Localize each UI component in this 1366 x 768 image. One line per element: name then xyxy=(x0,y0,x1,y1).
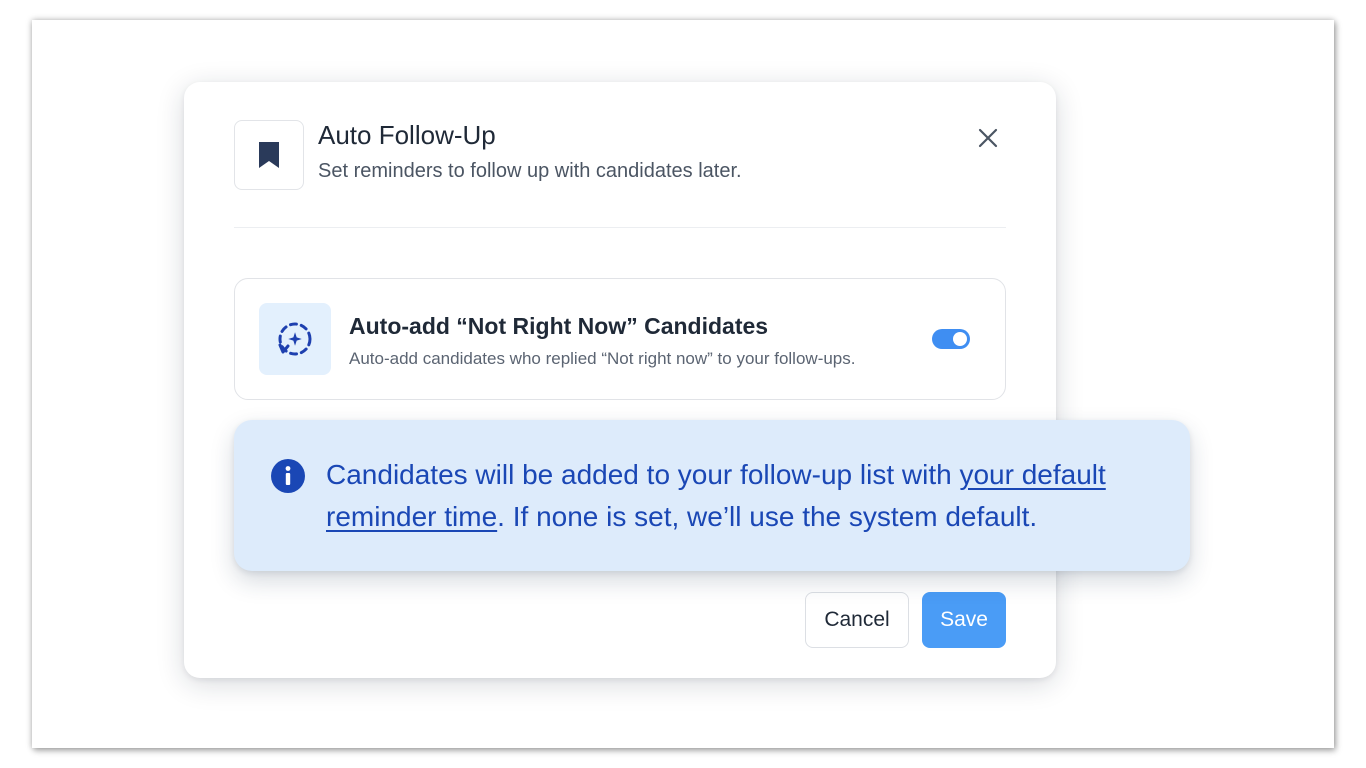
setting-title: Auto-add “Not Right Now” Candidates xyxy=(349,313,769,339)
toggle-knob xyxy=(953,332,967,346)
cancel-button[interactable]: Cancel xyxy=(805,592,909,648)
auto-add-setting-card: Auto-add “Not Right Now” Candidates Auto… xyxy=(234,278,1006,400)
auto-refresh-sparkle-icon xyxy=(278,322,312,356)
header-divider xyxy=(234,227,1006,228)
header-icon-container xyxy=(234,120,304,190)
auto-follow-up-modal: Auto Follow-Up Set reminders to follow u… xyxy=(184,82,1056,678)
info-icon xyxy=(271,459,305,493)
setting-icon-container xyxy=(259,303,331,375)
modal-subtitle: Set reminders to follow up with candidat… xyxy=(318,160,742,182)
info-text-before: Candidates will be added to your follow-… xyxy=(326,459,960,490)
modal-title: Auto Follow-Up xyxy=(318,120,496,150)
save-button[interactable]: Save xyxy=(922,592,1006,648)
setting-description: Auto-add candidates who replied “Not rig… xyxy=(349,349,856,368)
close-icon[interactable] xyxy=(978,128,998,148)
auto-add-toggle[interactable] xyxy=(932,329,970,349)
info-banner: Candidates will be added to your follow-… xyxy=(234,420,1190,571)
bookmark-icon xyxy=(259,142,279,168)
close-button[interactable] xyxy=(972,122,1004,154)
info-message: Candidates will be added to your follow-… xyxy=(326,454,1166,538)
info-text-after: . If none is set, we’ll use the system d… xyxy=(497,501,1038,532)
